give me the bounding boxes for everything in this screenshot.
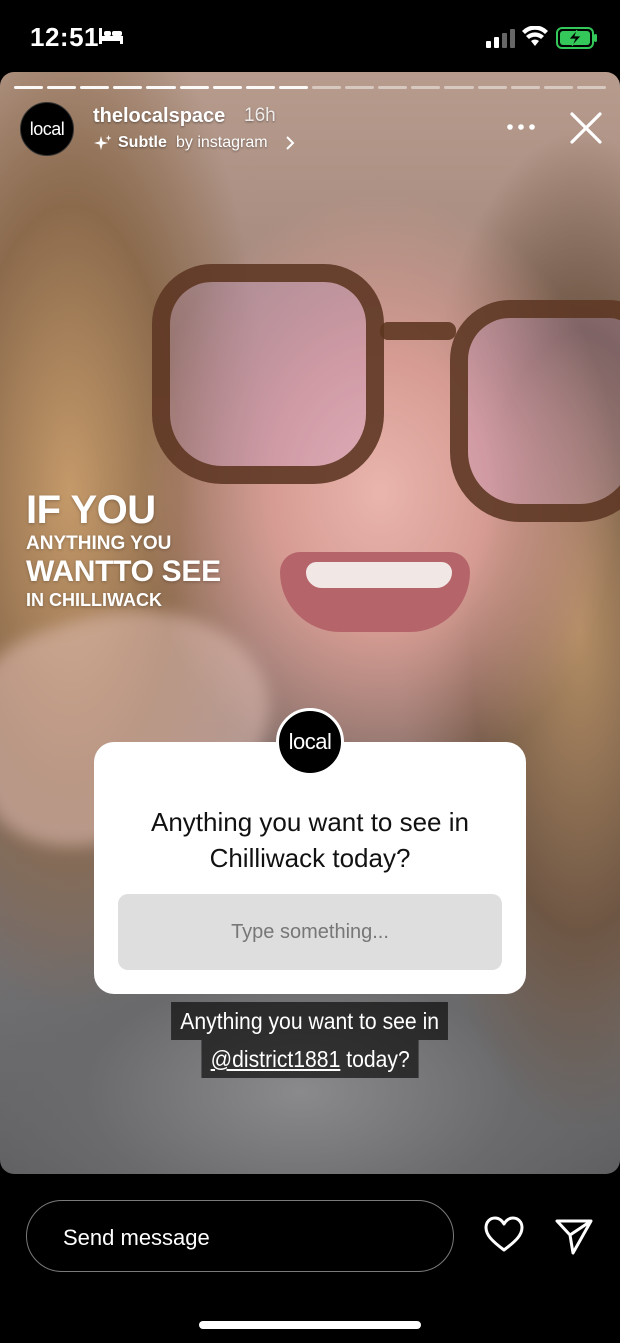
question-text: Anything you want to see in Chilliwack t… bbox=[151, 807, 469, 873]
chevron-right-icon[interactable] bbox=[284, 135, 296, 151]
send-message-placeholder: Send message bbox=[63, 1225, 210, 1250]
story-text-overlay: IF YOU ANYTHING YOU WANTTO SEE IN CHILLI… bbox=[26, 490, 221, 609]
caption-mention-link[interactable]: @district1881 bbox=[210, 1046, 340, 1072]
caption-line-2-wrap: @district1881 today? bbox=[0, 1040, 620, 1078]
story-progress-segment bbox=[14, 86, 44, 89]
overlay-text-line-2: ANYTHING YOU bbox=[26, 533, 172, 554]
heart-icon[interactable] bbox=[484, 1216, 524, 1254]
question-sticker-avatar: local bbox=[276, 708, 344, 776]
bed-icon bbox=[99, 28, 123, 44]
sparkle-icon bbox=[94, 135, 112, 150]
send-message-input[interactable]: Send message bbox=[26, 1200, 454, 1272]
story-progress-segment bbox=[411, 86, 441, 89]
more-options-icon[interactable] bbox=[504, 119, 538, 135]
wifi-icon bbox=[522, 26, 548, 46]
story-photo-glasses-right bbox=[450, 300, 620, 522]
caption-line-1-wrap: Anything you want to see in bbox=[0, 1002, 620, 1040]
story-viewer[interactable]: local thelocalspace 16h Subtle by instag… bbox=[0, 72, 620, 1174]
story-photo-glasses-bridge bbox=[380, 322, 456, 340]
overlay-text-line-1: IF YOU bbox=[26, 488, 156, 532]
filter-name[interactable]: Subtle bbox=[118, 134, 167, 152]
account-name[interactable]: thelocalspace bbox=[93, 105, 225, 128]
story-progress-segment bbox=[80, 86, 110, 89]
story-progress-segment bbox=[278, 86, 308, 89]
account-avatar[interactable]: local bbox=[20, 102, 74, 156]
post-age: 16h bbox=[244, 105, 276, 126]
avatar-logo: local bbox=[29, 118, 65, 139]
story-progress-segment bbox=[245, 86, 275, 89]
question-sticker[interactable]: local Anything you want to see in Chilli… bbox=[94, 708, 526, 994]
story-progress-segment bbox=[311, 86, 342, 89]
story-progress-segment bbox=[477, 86, 507, 89]
story-progress-segment bbox=[146, 86, 176, 89]
story-photo-teeth bbox=[306, 562, 452, 588]
story-progress-segment bbox=[113, 86, 143, 89]
battery-charging-icon bbox=[556, 27, 597, 49]
caption-line-2: @district1881 today? bbox=[201, 1040, 419, 1078]
story-progress-segment bbox=[47, 86, 77, 89]
question-answer-input[interactable]: Type something... bbox=[118, 894, 502, 970]
overlay-text-line-4: IN CHILLIWACK bbox=[26, 590, 162, 610]
story-progress-segment bbox=[345, 86, 375, 89]
home-indicator[interactable] bbox=[199, 1321, 421, 1329]
caption-line-2-suffix: today? bbox=[340, 1046, 410, 1072]
story-progress-segment bbox=[543, 86, 573, 89]
story-progress-bar bbox=[14, 86, 606, 89]
story-progress-segment bbox=[212, 86, 242, 89]
send-icon[interactable] bbox=[554, 1216, 594, 1256]
caption-line-1: Anything you want to see in bbox=[171, 1002, 449, 1040]
status-time: 12:51 bbox=[30, 22, 99, 52]
signal-icon bbox=[486, 29, 515, 48]
story-progress-segment bbox=[576, 86, 606, 89]
story-photo-glasses-left bbox=[152, 264, 384, 484]
overlay-text-line-3: WANTTO SEE bbox=[26, 555, 221, 588]
story-progress-segment bbox=[179, 86, 209, 89]
story-progress-segment bbox=[510, 86, 540, 89]
story-progress-segment bbox=[444, 86, 474, 89]
question-avatar-logo: local bbox=[288, 729, 332, 754]
status-bar: 12:51 bbox=[0, 0, 620, 72]
filter-attribution[interactable]: by instagram bbox=[176, 134, 268, 152]
story-progress-segment bbox=[378, 86, 408, 89]
close-icon[interactable] bbox=[568, 110, 604, 146]
